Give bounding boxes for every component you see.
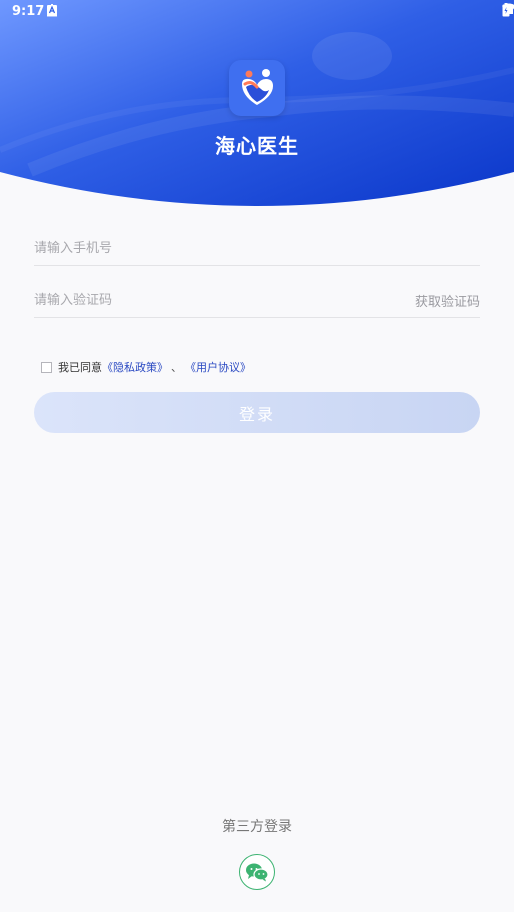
status-time: 9:17 — [12, 4, 45, 19]
phone-field — [34, 229, 480, 266]
phone-input[interactable] — [34, 237, 394, 259]
code-field: 获取验证码 — [34, 281, 480, 318]
agree-checkbox[interactable] — [41, 361, 52, 373]
heart-logo-icon — [242, 69, 273, 105]
app-logo — [229, 60, 285, 116]
app-notification-icon — [47, 5, 57, 15]
privacy-policy-link[interactable]: 《隐私政策》 — [102, 359, 168, 375]
user-agreement-link[interactable]: 《用户协议》 — [185, 359, 251, 375]
status-bar: 9:17 — [0, 0, 514, 24]
wechat-login-button[interactable] — [239, 854, 275, 890]
battery-icon — [502, 3, 510, 17]
agree-separator: 、 — [171, 361, 182, 374]
header-banner: 9:17 海心医生 — [0, 0, 514, 210]
get-code-button[interactable]: 获取验证码 — [415, 291, 480, 310]
agreement-row: 我已同意 《隐私政策》 、 《用户协议》 — [41, 359, 251, 375]
agree-text: 我已同意 — [58, 361, 102, 374]
app-name: 海心医生 — [215, 134, 299, 158]
third-party-login-title: 第三方登录 — [222, 819, 292, 835]
login-button[interactable]: 登录 — [34, 392, 480, 433]
code-input[interactable] — [34, 289, 394, 311]
wechat-icon — [246, 863, 269, 882]
